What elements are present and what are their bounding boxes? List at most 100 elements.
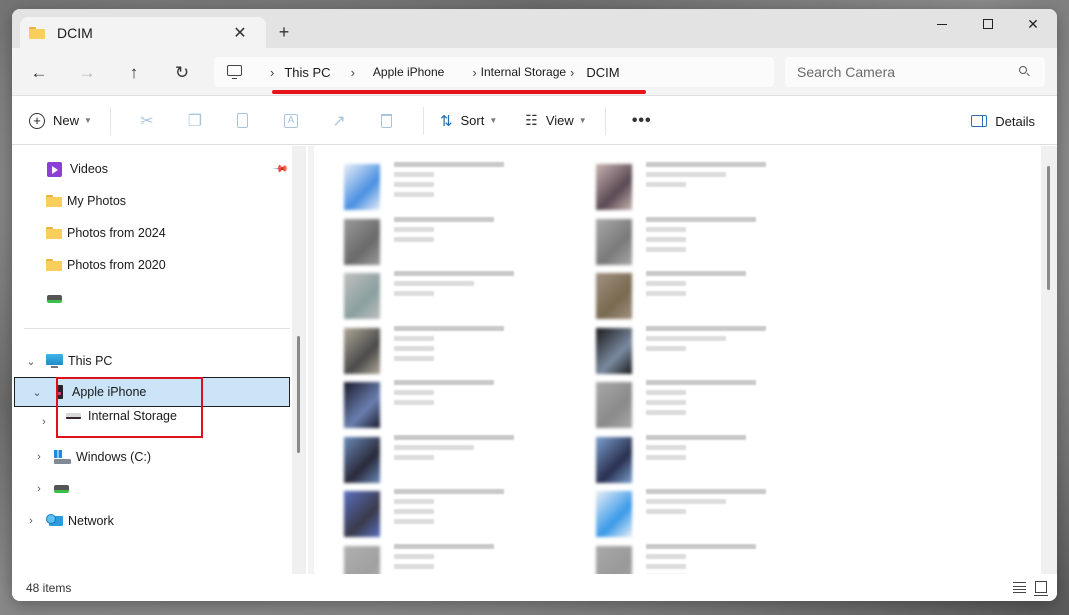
breadcrumb-apple-iphone[interactable]: Apple iPhone	[373, 65, 444, 79]
back-button[interactable]: ←	[24, 60, 54, 86]
command-bar: + New ▼ ✂ ❐ A ↗ ⇅ Sort ▼ ☷ View ▼ ••• De…	[12, 97, 1057, 145]
file-tile[interactable]	[590, 542, 830, 574]
content-divider	[308, 146, 314, 574]
nav-item-label: My Photos	[67, 194, 127, 208]
file-tile[interactable]	[590, 160, 830, 214]
chevron-right-icon[interactable]: ›	[24, 515, 38, 527]
file-tile[interactable]	[338, 269, 578, 323]
nav-item-apple-iphone[interactable]: ⌄ Apple iPhone	[14, 377, 290, 407]
close-window-button[interactable]: ✕	[1010, 9, 1056, 39]
file-tile[interactable]	[590, 324, 830, 378]
file-tile[interactable]	[590, 269, 830, 323]
file-tile[interactable]	[590, 487, 830, 541]
nav-item-this-pc[interactable]: ⌄ This PC	[12, 346, 290, 376]
details-pane-button[interactable]: Details	[971, 105, 1035, 137]
share-button[interactable]: ↗	[315, 111, 363, 131]
cut-icon: ✂	[140, 112, 154, 130]
sort-button[interactable]: ⇅ Sort ▼	[440, 105, 497, 137]
file-tile[interactable]	[338, 433, 578, 487]
breadcrumb-separator[interactable]: ›	[270, 65, 274, 80]
file-tile[interactable]	[590, 215, 830, 269]
search-input[interactable]	[797, 64, 1015, 80]
new-tab-button[interactable]: +	[270, 20, 298, 46]
file-tile[interactable]	[338, 378, 578, 432]
nav-item-videos[interactable]: Videos 📌	[12, 154, 290, 184]
nav-item-my-photos[interactable]: My Photos	[12, 186, 290, 216]
file-details-obscured	[394, 162, 504, 202]
content-scrollbar-thumb[interactable]	[1047, 166, 1050, 290]
view-label: View	[545, 113, 574, 128]
folder-icon	[29, 26, 45, 39]
folder-icon	[46, 195, 62, 207]
cut-button[interactable]: ✂	[123, 111, 171, 131]
computer-icon[interactable]	[224, 63, 246, 81]
breadcrumb-internal-storage[interactable]: Internal Storage	[481, 65, 566, 79]
nav-item-label: This PC	[68, 354, 113, 368]
file-tile[interactable]	[338, 324, 578, 378]
search-icon[interactable]	[1015, 65, 1037, 79]
more-options-button[interactable]: •••	[622, 105, 662, 137]
pin-icon[interactable]: 📌	[272, 161, 289, 178]
nav-item-network[interactable]: › Network	[12, 506, 290, 536]
nav-item-internal-storage[interactable]: › Internal Storage	[12, 404, 290, 428]
file-thumbnail	[338, 326, 386, 374]
breadcrumb[interactable]: › This PC › Apple iPhone › Internal Stor…	[214, 57, 774, 87]
file-tile[interactable]	[338, 160, 578, 214]
file-tile[interactable]	[338, 487, 578, 541]
close-tab-button[interactable]: ✕	[226, 23, 254, 43]
file-explorer-window: DCIM ✕ + ✕ ← → ↑ ↻ › This PC › Apple iPh…	[12, 9, 1057, 601]
nav-item-drive-2[interactable]: ›	[12, 474, 290, 504]
new-button[interactable]: + New ▼	[29, 105, 92, 137]
maximize-button[interactable]	[965, 9, 1011, 39]
chevron-right-icon[interactable]: ›	[32, 483, 46, 495]
file-tile[interactable]	[590, 378, 830, 432]
file-details-obscured	[646, 162, 766, 192]
file-details-obscured	[646, 380, 756, 420]
breadcrumb-separator[interactable]: ›	[351, 65, 355, 80]
nav-scrollbar-thumb[interactable]	[297, 336, 300, 453]
chevron-right-icon[interactable]: ›	[37, 416, 51, 428]
delete-icon	[381, 113, 393, 128]
nav-item-drive[interactable]	[12, 284, 290, 314]
file-details-obscured	[646, 271, 746, 301]
breadcrumb-separator[interactable]: ›	[472, 65, 476, 80]
file-tile[interactable]	[590, 433, 830, 487]
details-view-button[interactable]	[1013, 582, 1026, 593]
nav-item-label: Network	[68, 514, 114, 528]
file-details-obscured	[394, 489, 504, 529]
minimize-button[interactable]	[919, 9, 965, 39]
file-tile[interactable]	[338, 542, 578, 574]
view-button[interactable]: ☷ View ▼	[525, 105, 586, 137]
breadcrumb-separator[interactable]: ›	[570, 65, 574, 80]
nav-item-photos-from-2024[interactable]: Photos from 2024	[12, 218, 290, 248]
file-tile[interactable]	[338, 215, 578, 269]
chevron-down-icon[interactable]: ⌄	[30, 386, 44, 399]
file-thumbnail	[338, 217, 386, 265]
nav-item-label: Photos from 2020	[67, 258, 166, 272]
nav-divider	[24, 328, 290, 329]
file-thumbnail	[338, 544, 386, 574]
chevron-down-icon: ▼	[84, 116, 92, 125]
toolbar-divider	[604, 106, 606, 135]
copy-button[interactable]: ❐	[171, 111, 219, 131]
paste-button[interactable]	[219, 113, 267, 128]
breadcrumb-dcim[interactable]: DCIM	[586, 65, 619, 80]
folder-icon	[46, 227, 62, 239]
tiles-view-button[interactable]	[1034, 581, 1048, 596]
nav-item-windows-c[interactable]: › Windows (C:)	[12, 442, 290, 472]
search-box[interactable]	[785, 57, 1045, 87]
nav-item-photos-from-2020[interactable]: Photos from 2020	[12, 250, 290, 280]
chevron-down-icon[interactable]: ⌄	[24, 355, 38, 368]
up-button[interactable]: ↑	[119, 60, 149, 86]
file-thumbnail	[590, 380, 638, 428]
delete-button[interactable]	[363, 113, 411, 128]
status-bar: 48 items	[12, 575, 1057, 601]
chevron-right-icon[interactable]: ›	[32, 451, 46, 463]
refresh-button[interactable]: ↻	[167, 60, 197, 86]
paste-icon	[237, 113, 249, 128]
breadcrumb-this-pc[interactable]: This PC	[284, 65, 330, 80]
nav-item-label: Internal Storage	[88, 409, 177, 423]
tab-dcim[interactable]: DCIM ✕	[20, 17, 266, 48]
rename-button[interactable]: A	[267, 113, 315, 128]
forward-button[interactable]: →	[72, 60, 102, 86]
